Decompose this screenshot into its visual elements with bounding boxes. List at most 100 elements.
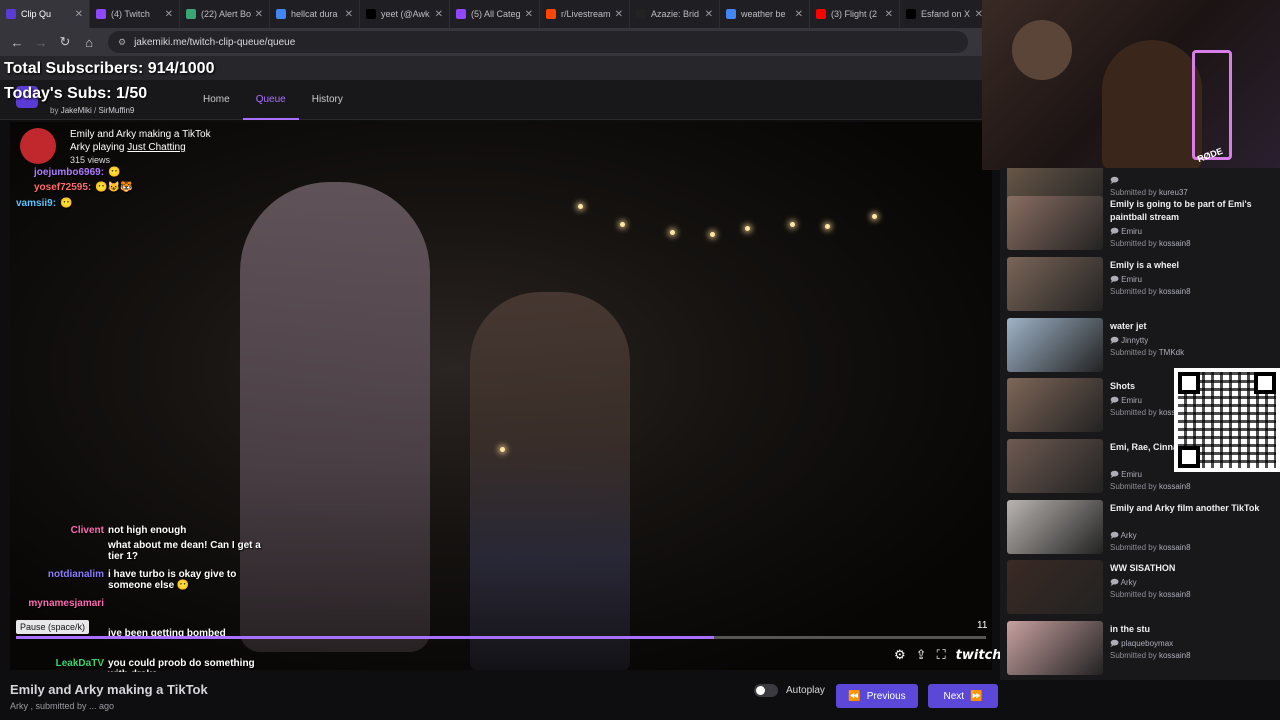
fullscreen-icon[interactable]: ⛶ (937, 647, 946, 663)
qr-code (1174, 368, 1280, 472)
browser-tab[interactable]: (3) Flight (2 ✕ (810, 0, 900, 28)
site-info-icon[interactable]: ⚙ (118, 37, 126, 48)
queue-thumbnail[interactable] (1007, 621, 1103, 675)
next-button[interactable]: Next ⏩ (928, 684, 998, 708)
tab-favicon-icon (6, 9, 16, 19)
chat-text: 😶😺🐯 (95, 182, 133, 193)
pause-tooltip: Pause (space/k) (16, 620, 90, 634)
queue-submitter-name: kossain8 (1158, 590, 1191, 599)
tab-close-icon[interactable]: ✕ (255, 9, 263, 20)
submitted-prefix: Submitted by (1110, 408, 1157, 417)
back-icon[interactable]: ← (6, 31, 28, 53)
channel-name[interactable]: Arky (70, 142, 90, 153)
playing-word: playing (92, 142, 125, 153)
tab-label: (5) All Categ (471, 9, 521, 19)
queue-thumbnail[interactable] (1007, 439, 1103, 493)
submitted-prefix: Submitted by (1110, 348, 1157, 357)
browser-tab[interactable]: weather be ✕ (720, 0, 810, 28)
tab-close-icon[interactable]: ✕ (795, 9, 803, 20)
home-icon[interactable]: ⌂ (78, 31, 100, 53)
reload-icon[interactable]: ↻ (54, 31, 76, 53)
queue-title[interactable]: Emily and Arky film another TikTok (1110, 502, 1272, 515)
autoplay-label: Autoplay (786, 685, 825, 696)
queue-thumbnail[interactable] (1007, 500, 1103, 554)
queue-item[interactable]: Emily is a wheel 🗩 Emiru Submitted by koss… (1007, 257, 1277, 313)
tab-favicon-icon (366, 9, 376, 19)
queue-creator: 🗩 plaqueboymax (1110, 638, 1173, 652)
queue-creator: 🗩 Emiru (1110, 226, 1142, 240)
progress-bar[interactable] (16, 636, 986, 639)
tab-close-icon[interactable]: ✕ (165, 9, 173, 20)
browser-tab[interactable]: Esfand on X ✕ (900, 0, 990, 28)
browser-tab[interactable]: yeet (@Awk ✕ (360, 0, 450, 28)
tab-close-icon[interactable]: ✕ (615, 9, 623, 20)
queue-title[interactable]: WW SISATHON (1110, 562, 1272, 575)
nav-home[interactable]: Home (190, 80, 243, 120)
tab-close-icon[interactable]: ✕ (345, 9, 353, 20)
queue-title[interactable]: in the stu (1110, 623, 1272, 636)
autoplay-toggle[interactable] (754, 684, 778, 697)
queue-title[interactable]: Emily is a wheel (1110, 259, 1272, 272)
queue-item[interactable]: WW SISATHON 🗩 Arky Submitted by kossain8 (1007, 560, 1277, 616)
queue-submitter: Submitted by kossain8 (1110, 287, 1191, 296)
queue-thumbnail[interactable] (1007, 196, 1103, 250)
channel-avatar[interactable] (20, 128, 56, 164)
nav-queue[interactable]: Queue (242, 80, 299, 120)
tab-favicon-icon (186, 9, 196, 19)
twitch-logo[interactable]: twitch (956, 648, 1002, 663)
forward-icon[interactable]: → (30, 31, 52, 53)
queue-submitter-name: TMKdk (1158, 348, 1185, 357)
chat-username[interactable]: LeakDaTV (24, 658, 104, 669)
author-link-sirmuffin[interactable]: SirMuffin9 (98, 106, 134, 115)
byline: by JakeMiki / SirMuffin9 (50, 106, 135, 115)
string-light (670, 230, 675, 235)
browser-tab[interactable]: r/Livestream ✕ (540, 0, 630, 28)
previous-button[interactable]: ⏪ Previous (836, 684, 918, 708)
author-link-jakemiki[interactable]: JakeMiki (61, 106, 92, 115)
tab-close-icon[interactable]: ✕ (525, 9, 533, 20)
autoplay-control[interactable]: Autoplay (754, 684, 825, 697)
nav-history[interactable]: History (299, 80, 356, 120)
tab-close-icon[interactable]: ✕ (885, 9, 893, 20)
chat-message: vamsii9: 😶 (16, 198, 72, 209)
tab-close-icon[interactable]: ✕ (435, 9, 443, 20)
queue-item[interactable]: water jet 🗩 Jinnytty Submitted by TMKdk (1007, 318, 1277, 374)
clip-title[interactable]: Emily and Arky making a TikTok (70, 128, 211, 141)
category-link[interactable]: Just Chatting (127, 142, 185, 153)
queue-thumbnail[interactable] (1007, 318, 1103, 372)
queue-thumbnail[interactable] (1007, 378, 1103, 432)
queue-title[interactable]: water jet (1110, 320, 1272, 333)
queue-title[interactable]: Emily is going to be part of Emi's paint… (1110, 198, 1272, 224)
queue-creator-name: plaqueboymax (1121, 639, 1174, 648)
chat-username[interactable]: notdianalim (24, 569, 104, 580)
browser-tab[interactable]: Azazie: Brid ✕ (630, 0, 720, 28)
queue-item[interactable]: Emily and Arky film another TikTok 🗩 Arky… (1007, 500, 1277, 556)
browser-tab[interactable]: (4) Twitch ✕ (90, 0, 180, 28)
chat-username[interactable]: Clivent (24, 525, 104, 536)
queue-submitter-name: kossain8 (1158, 543, 1191, 552)
creator-icon: 🗩 (1110, 176, 1119, 185)
chat-username[interactable]: mynamesjamari (24, 598, 104, 609)
queue-thumbnail[interactable] (1007, 560, 1103, 614)
url-field[interactable]: ⚙ jakemiki.me/twitch-clip-queue/queue (108, 31, 968, 53)
chat-username[interactable]: vamsii9: (16, 198, 56, 209)
browser-tab[interactable]: hellcat dura ✕ (270, 0, 360, 28)
queue-creator-name: Arky (1120, 531, 1137, 540)
queue-thumbnail[interactable] (1007, 257, 1103, 311)
clip-info: Emily and Arky making a TikTok Arky play… (20, 128, 211, 167)
bottom-clip-title: Emily and Arky making a TikTok (10, 682, 208, 697)
browser-tab[interactable]: (22) Alert Bo ✕ (180, 0, 270, 28)
browser-tab[interactable]: Clip Qu ✕ (0, 0, 90, 28)
chat-username[interactable]: joejumbo6969: (34, 167, 104, 178)
tab-favicon-icon (636, 9, 646, 19)
settings-icon[interactable]: ⚙ (894, 647, 906, 663)
queue-item[interactable]: Emily is going to be part of Emi's paint… (1007, 196, 1277, 252)
tab-close-icon[interactable]: ✕ (75, 9, 83, 20)
browser-tab[interactable]: (5) All Categ ✕ (450, 0, 540, 28)
share-icon[interactable]: ⇪ (916, 647, 927, 663)
chat-username[interactable]: yosef72595: (34, 182, 91, 193)
queue-submitter-name: kossain8 (1158, 482, 1191, 491)
tab-close-icon[interactable]: ✕ (705, 9, 713, 20)
string-light (745, 226, 750, 231)
queue-item[interactable]: in the stu 🗩 plaqueboymax Submitted by kos… (1007, 621, 1277, 677)
